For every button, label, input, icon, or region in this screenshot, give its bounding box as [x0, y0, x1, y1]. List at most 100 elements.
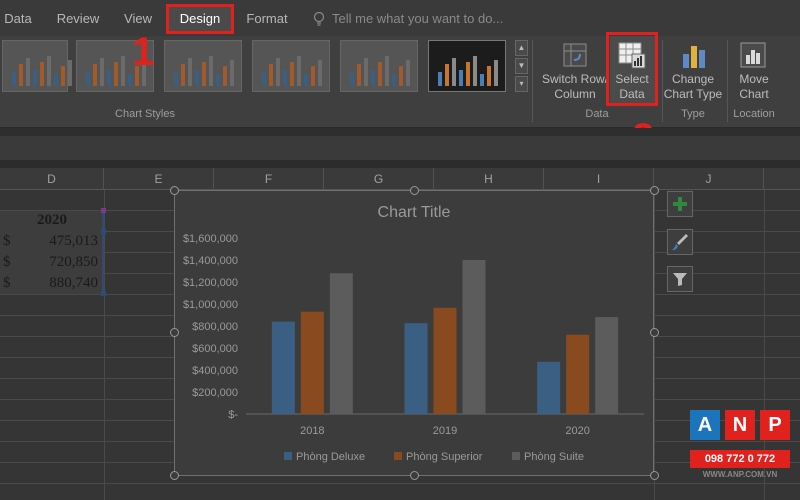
chart-filters-button[interactable]	[667, 266, 693, 292]
bar-2018-2	[300, 311, 324, 414]
column-header-j[interactable]: J	[654, 168, 764, 190]
style-preview-bar	[47, 56, 51, 86]
style-preview-bar	[304, 74, 308, 86]
bar-2020-3	[595, 317, 619, 414]
styles-scroll-down[interactable]: ▼	[515, 58, 528, 74]
tab-format[interactable]: Format	[240, 8, 294, 30]
style-preview-bar	[12, 72, 16, 86]
chart-resize-handle[interactable]	[410, 186, 419, 195]
style-preview-bar	[114, 62, 118, 86]
style-preview-bar	[100, 58, 104, 86]
style-preview-bar	[290, 62, 294, 86]
range-handle[interactable]	[101, 229, 106, 234]
bar-chart[interactable]: Chart Title $1,600,000 $1,400,000 $1,200,00…	[174, 190, 654, 476]
y-tick-label: $-	[228, 409, 238, 421]
chart-resize-handle[interactable]	[650, 471, 659, 480]
style-preview-bar	[262, 72, 266, 86]
chart-resize-handle[interactable]	[410, 471, 419, 480]
column-header-e[interactable]: E	[104, 168, 214, 190]
change-chart-type-button[interactable]: Change Chart Type	[662, 72, 724, 102]
style-preview-bar	[128, 74, 132, 86]
y-tick-label: $600,000	[192, 343, 238, 355]
move-chart-button[interactable]: Move Chart	[730, 72, 778, 102]
column-header-d[interactable]: D	[0, 168, 104, 190]
chart-resize-handle[interactable]	[650, 186, 659, 195]
column-header-f[interactable]: F	[214, 168, 324, 190]
style-preview-bar	[466, 62, 470, 86]
legend-swatch	[512, 452, 520, 460]
style-preview-bar	[61, 66, 65, 86]
bar-2018-1	[271, 321, 295, 414]
legend-swatch	[284, 452, 292, 460]
x-tick-label: 2018	[300, 425, 324, 437]
style-preview-bar	[406, 60, 410, 86]
y-tick-label: $200,000	[192, 387, 238, 399]
style-preview-bar	[438, 72, 442, 86]
style-preview-bar	[93, 64, 97, 86]
legend-swatch	[394, 452, 402, 460]
style-preview-bar	[494, 60, 498, 86]
column-header-i[interactable]: I	[544, 168, 654, 190]
cell-value[interactable]: 475,013	[30, 233, 98, 250]
style-preview-bar	[350, 72, 354, 86]
style-preview-bar	[445, 64, 449, 86]
formula-bar[interactable]	[0, 136, 800, 160]
range-handle[interactable]	[101, 208, 106, 213]
styles-more[interactable]: ▾	[515, 76, 528, 92]
change-chart-type-icon	[683, 46, 705, 68]
paintbrush-icon	[672, 234, 688, 251]
tab-design[interactable]: Design	[166, 4, 234, 34]
style-preview-bar	[202, 62, 206, 86]
step-number-1: 1	[132, 30, 155, 74]
tab-data[interactable]: Data	[0, 8, 36, 30]
select-data-highlight	[606, 32, 658, 106]
style-preview-bar	[181, 64, 185, 86]
tell-me-search[interactable]: Tell me what you want to do...	[332, 8, 503, 30]
style-preview-bar	[54, 74, 58, 86]
style-preview-bar	[311, 66, 315, 86]
plus-icon	[673, 197, 687, 211]
style-preview-bar	[269, 64, 273, 86]
style-preview-bar	[399, 66, 403, 86]
chart-elements-button[interactable]	[667, 191, 693, 217]
style-preview-bar	[174, 72, 178, 86]
bar-2019-1	[404, 323, 428, 414]
style-preview-bar	[318, 60, 322, 86]
legend-label: Phòng Superior	[406, 451, 483, 463]
anp-logo: A N P 098 772 0 772 WWW.ANP.COM.VN	[690, 410, 790, 484]
logo-letter-p: P	[760, 410, 790, 440]
style-preview-bar	[452, 58, 456, 86]
range-handle[interactable]	[101, 291, 106, 296]
chart-resize-handle[interactable]	[170, 328, 179, 337]
cell-header-2020[interactable]: 2020	[0, 212, 104, 229]
bar-2018-3	[329, 273, 353, 414]
logo-letter-a: A	[690, 410, 720, 440]
style-preview-bar	[364, 58, 368, 86]
x-tick-label: 2020	[565, 425, 589, 437]
column-header-h[interactable]: H	[434, 168, 544, 190]
tab-view[interactable]: View	[118, 8, 158, 30]
bar-2019-2	[433, 307, 457, 414]
gridline	[0, 483, 800, 484]
y-tick-label: $1,400,000	[183, 255, 238, 267]
switch-row-column-button[interactable]: Switch Row/ Column	[538, 72, 612, 102]
style-preview-bar	[230, 60, 234, 86]
style-preview-bar	[480, 74, 484, 86]
tab-review[interactable]: Review	[50, 8, 106, 30]
cell-value[interactable]: 720,850	[30, 254, 98, 271]
style-preview-bar	[378, 62, 382, 86]
style-preview-bar	[19, 64, 23, 86]
bar-2019-3	[462, 260, 486, 414]
bar-2020-1	[537, 361, 561, 414]
cell-value[interactable]: 880,740	[30, 275, 98, 292]
chart-resize-handle[interactable]	[650, 328, 659, 337]
chart-styles-button[interactable]	[667, 229, 693, 255]
y-tick-label: $800,000	[192, 321, 238, 333]
chart-resize-handle[interactable]	[170, 471, 179, 480]
chart-resize-handle[interactable]	[170, 186, 179, 195]
styles-scroll-up[interactable]: ▲	[515, 40, 528, 56]
y-tick-label: $1,000,000	[183, 299, 238, 311]
legend-label: Phòng Deluxe	[296, 451, 365, 463]
style-preview-bar	[392, 74, 396, 86]
style-preview-bar	[86, 72, 90, 86]
